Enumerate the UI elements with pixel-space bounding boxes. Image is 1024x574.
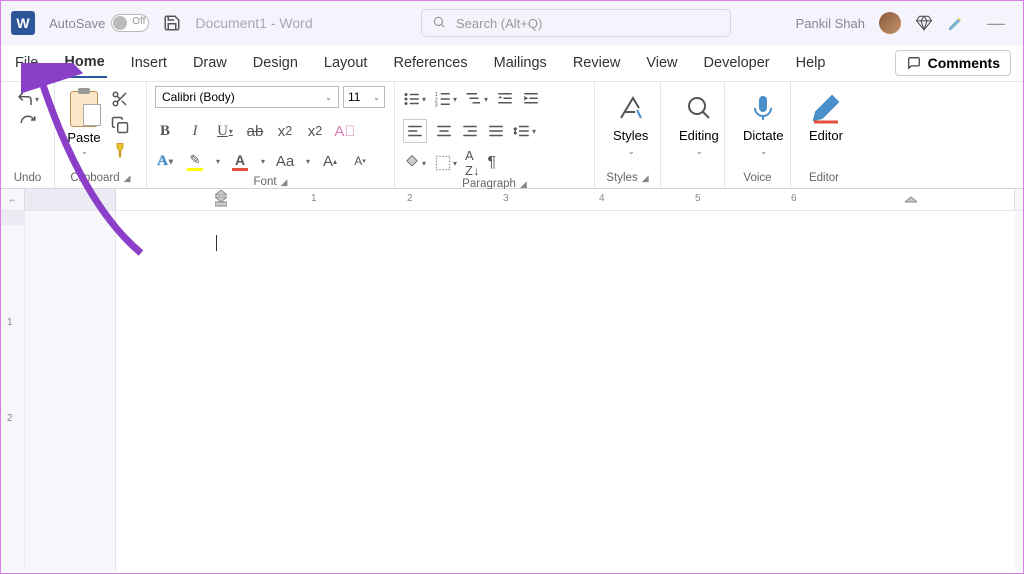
minimize-button[interactable]: — <box>979 13 1013 34</box>
clipboard-dialog-launcher[interactable]: ◢ <box>124 173 131 184</box>
voice-group-label: Voice <box>733 170 782 186</box>
user-name[interactable]: Pankil Shah <box>796 16 865 31</box>
paragraph-dialog-launcher[interactable]: ◢ <box>520 179 527 190</box>
bold-button[interactable]: B <box>155 123 175 140</box>
strikethrough-button[interactable]: ab <box>245 123 265 140</box>
dictate-button[interactable]: Dictate ⌄ <box>733 86 793 162</box>
text-effects-button[interactable]: A▾ <box>155 153 175 170</box>
microphone-icon <box>747 92 779 124</box>
styles-group-label: Styles <box>606 172 637 184</box>
font-dialog-launcher[interactable]: ◢ <box>281 177 288 188</box>
document-area: 1 2 <box>1 211 1023 571</box>
ribbon: ▾ Undo Paste ⌄ Clipboard◢ Cali <box>1 81 1023 189</box>
horizontal-ruler[interactable]: ⌐ 1 2 3 4 5 6 <box>1 189 1023 211</box>
search-box[interactable]: Search (Alt+Q) <box>421 9 731 37</box>
borders-icon[interactable]: ▾ <box>434 154 457 172</box>
search-icon <box>432 15 446 32</box>
font-name-select[interactable]: Calibri (Body)⌄ <box>155 86 339 108</box>
tab-help[interactable]: Help <box>794 49 828 77</box>
decrease-indent-icon[interactable] <box>496 90 514 108</box>
search-placeholder: Search (Alt+Q) <box>456 16 542 31</box>
ribbon-tabs: File Home Insert Draw Design Layout Refe… <box>1 45 1023 81</box>
highlight-button[interactable]: ✎ <box>185 152 205 171</box>
save-icon[interactable] <box>163 14 181 32</box>
font-group-label: Font <box>254 176 277 188</box>
autosave-label: AutoSave <box>49 16 105 31</box>
font-color-button[interactable]: A <box>230 152 250 171</box>
copy-icon[interactable] <box>111 116 129 134</box>
tab-review[interactable]: Review <box>571 49 623 77</box>
ruler-corner: ⌐ <box>1 189 25 210</box>
undo-icon[interactable]: ▾ <box>16 90 39 108</box>
font-size-select[interactable]: 11⌄ <box>343 86 385 108</box>
italic-button[interactable]: I <box>185 123 205 140</box>
toggle-switch[interactable]: Off <box>111 14 149 32</box>
underline-button[interactable]: U▾ <box>215 123 235 140</box>
tab-design[interactable]: Design <box>251 49 300 77</box>
undo-group-label: Undo <box>9 170 46 186</box>
right-indent-marker[interactable] <box>905 190 917 210</box>
redo-icon[interactable] <box>19 114 37 132</box>
styles-button[interactable]: Styles ⌄ <box>603 86 658 162</box>
tab-mailings[interactable]: Mailings <box>492 49 549 77</box>
increase-indent-icon[interactable] <box>522 90 540 108</box>
align-left-icon[interactable] <box>403 119 427 143</box>
tab-view[interactable]: View <box>644 49 679 77</box>
comments-button[interactable]: Comments <box>895 50 1011 76</box>
tab-insert[interactable]: Insert <box>129 49 169 77</box>
clipboard-group-label: Clipboard <box>70 172 119 184</box>
tab-home[interactable]: Home <box>62 48 106 78</box>
word-app-icon: W <box>11 11 35 35</box>
line-spacing-icon[interactable]: ▾ <box>513 122 536 140</box>
tab-references[interactable]: References <box>391 49 469 77</box>
editor-button[interactable]: Editor <box>799 86 853 149</box>
numbering-icon[interactable]: 123▾ <box>434 90 457 108</box>
vertical-ruler[interactable]: 1 2 <box>1 211 25 571</box>
autosave-toggle[interactable]: AutoSave Off <box>49 14 149 32</box>
editor-group-label: Editor <box>799 170 849 186</box>
editing-icon <box>683 92 715 124</box>
superscript-button[interactable]: x2 <box>305 123 325 140</box>
align-center-icon[interactable] <box>435 122 453 140</box>
align-right-icon[interactable] <box>461 122 479 140</box>
shading-icon[interactable]: ▾ <box>403 154 426 172</box>
title-bar: W AutoSave Off Document1 - Word Search (… <box>1 1 1023 45</box>
sort-icon[interactable]: AZ↓ <box>465 148 479 178</box>
document-title: Document1 - Word <box>195 15 312 31</box>
multilevel-list-icon[interactable]: ▾ <box>465 90 488 108</box>
change-case-button[interactable]: Aa <box>275 153 295 170</box>
svg-text:3: 3 <box>435 103 438 109</box>
indent-marker[interactable] <box>215 190 227 210</box>
paste-button[interactable]: Paste ⌄ <box>63 86 105 158</box>
tab-file[interactable]: File <box>13 49 40 77</box>
user-avatar[interactable] <box>879 12 901 34</box>
paste-icon <box>67 88 101 128</box>
styles-dialog-launcher[interactable]: ◢ <box>642 173 649 184</box>
clear-formatting-icon[interactable]: A⃠ <box>335 123 355 140</box>
cut-icon[interactable] <box>111 90 129 108</box>
document-page[interactable] <box>115 211 1015 571</box>
diamond-icon[interactable] <box>915 14 933 32</box>
subscript-button[interactable]: x2 <box>275 123 295 140</box>
editor-icon <box>810 92 842 124</box>
pen-icon[interactable] <box>947 14 965 32</box>
shrink-font-icon[interactable]: A▾ <box>350 154 370 168</box>
text-cursor <box>216 235 217 251</box>
format-painter-icon[interactable] <box>111 142 129 160</box>
justify-icon[interactable] <box>487 122 505 140</box>
show-marks-icon[interactable]: ¶ <box>487 154 496 172</box>
tab-draw[interactable]: Draw <box>191 49 229 77</box>
tab-developer[interactable]: Developer <box>702 49 772 77</box>
bullets-icon[interactable]: ▾ <box>403 90 426 108</box>
grow-font-icon[interactable]: A▴ <box>320 153 340 170</box>
styles-icon <box>615 92 647 124</box>
editing-button[interactable]: Editing ⌄ <box>669 86 729 162</box>
tab-layout[interactable]: Layout <box>322 49 370 77</box>
